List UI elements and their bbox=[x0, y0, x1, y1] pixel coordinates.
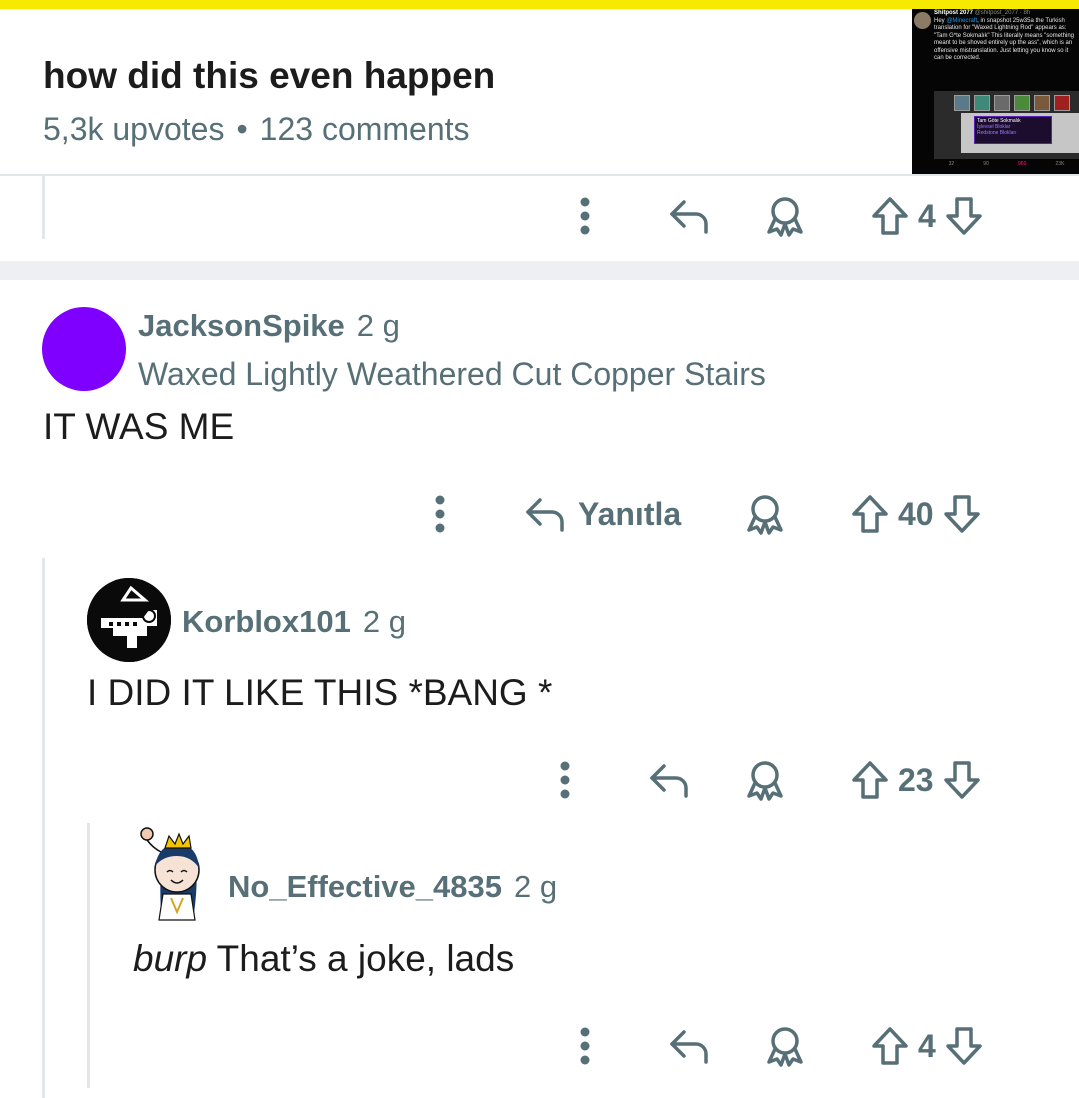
meta-separator: • bbox=[236, 111, 248, 147]
snoo-avatar-icon bbox=[140, 827, 200, 921]
vote-count: 4 bbox=[918, 1027, 936, 1064]
downvote-arrow-icon[interactable] bbox=[944, 196, 984, 236]
vote-controls: 4 bbox=[870, 186, 984, 246]
comment-text: That’s a joke, lads bbox=[207, 938, 515, 979]
username[interactable]: No_Effective_4835 bbox=[228, 869, 502, 904]
vote-count: 4 bbox=[918, 197, 936, 234]
vote-count: 40 bbox=[898, 495, 934, 532]
header-divider bbox=[0, 174, 1079, 176]
inventory-slot bbox=[994, 95, 1010, 111]
tweet-mention: @Minecraft bbox=[946, 17, 978, 24]
more-options-button[interactable] bbox=[550, 750, 580, 810]
item-tooltip: Tam Göte Sokmalık İşlevsel Bloklar Redst… bbox=[974, 116, 1052, 144]
tweet-stats: 32 90 960 23K bbox=[934, 161, 1079, 167]
more-vertical-icon bbox=[580, 197, 590, 235]
comment-age: 2 g bbox=[362, 604, 406, 639]
tweet-text: Shitpost 2077 @shitpost_2077 · 8h Hey @M… bbox=[934, 10, 1076, 63]
reply-button[interactable] bbox=[668, 186, 712, 246]
award-button[interactable] bbox=[744, 750, 786, 810]
more-vertical-icon bbox=[580, 1027, 590, 1065]
comment-author[interactable]: No_Effective_4835 2 g bbox=[228, 869, 557, 905]
avatar[interactable] bbox=[87, 578, 171, 662]
comment-emphasis: burp bbox=[133, 938, 208, 979]
vote-controls: 23 bbox=[850, 750, 982, 810]
award-button[interactable] bbox=[744, 484, 786, 544]
comment-body: burp That’s a joke, lads bbox=[133, 938, 514, 980]
tweet-body: , in snapshot 25w35a the Turkish transla… bbox=[934, 17, 1074, 62]
vote-controls: 4 bbox=[870, 1016, 984, 1076]
tweet-stat: 23K bbox=[1055, 161, 1065, 167]
post-title[interactable]: how did this even happen bbox=[43, 55, 495, 97]
reply-arrow-icon bbox=[526, 498, 564, 532]
more-options-button[interactable] bbox=[570, 186, 600, 246]
more-options-button[interactable] bbox=[570, 1016, 600, 1076]
tweet-avatar bbox=[914, 12, 931, 29]
award-icon bbox=[767, 1027, 803, 1067]
user-flair: Waxed Lightly Weathered Cut Copper Stair… bbox=[138, 356, 766, 392]
tweet-handle: @shitpost_2077 · 8h bbox=[974, 10, 1031, 16]
tweet-stat: 90 bbox=[983, 161, 989, 167]
reply-label: Yanıtla bbox=[578, 495, 682, 532]
avatar[interactable] bbox=[133, 822, 217, 922]
post-meta: 5,3k upvotes • 123 comments bbox=[43, 111, 470, 148]
post-thumbnail[interactable]: Shitpost 2077 @shitpost_2077 · 8h Hey @M… bbox=[912, 9, 1079, 174]
upvote-count: 5,3k upvotes bbox=[43, 111, 225, 147]
reply-button[interactable]: Yanıtla bbox=[524, 484, 681, 544]
vote-count: 23 bbox=[898, 761, 934, 798]
inventory-slot bbox=[1054, 95, 1070, 111]
inventory-slot bbox=[1034, 95, 1050, 111]
tweet-author: Shitpost 2077 bbox=[934, 10, 974, 16]
upvote-arrow-icon[interactable] bbox=[850, 494, 890, 534]
award-icon bbox=[747, 761, 783, 801]
username[interactable]: Korblox101 bbox=[182, 604, 351, 639]
award-button[interactable] bbox=[764, 1016, 806, 1076]
comment-separator bbox=[0, 261, 1079, 280]
comment-actions: Yanıtla 40 bbox=[0, 484, 1079, 544]
tweet-stat: 960 bbox=[1018, 161, 1027, 167]
minecraft-inventory: Tam Göte Sokmalık İşlevsel Bloklar Redst… bbox=[934, 91, 1079, 159]
top-accent-bar bbox=[0, 0, 1079, 9]
comment-author[interactable]: Korblox101 2 g bbox=[182, 604, 406, 640]
award-icon bbox=[747, 495, 783, 535]
comment-author[interactable]: JacksonSpike 2 g bbox=[138, 308, 400, 344]
comment-age: 2 g bbox=[514, 869, 558, 904]
inventory-slot bbox=[974, 95, 990, 111]
upvote-arrow-icon[interactable] bbox=[870, 196, 910, 236]
upvote-arrow-icon[interactable] bbox=[870, 1026, 910, 1066]
tooltip-line: Redstone Blokları bbox=[977, 130, 1017, 136]
comment-actions: 23 bbox=[0, 750, 1079, 810]
comment-age: 2 g bbox=[356, 308, 400, 343]
tweet-prefix: Hey bbox=[934, 17, 945, 24]
downvote-arrow-icon[interactable] bbox=[942, 760, 982, 800]
comment-count: 123 comments bbox=[259, 111, 470, 147]
comment-actions: 4 bbox=[0, 1016, 1079, 1076]
username[interactable]: JacksonSpike bbox=[138, 308, 345, 343]
comment-body: I DID IT LIKE THIS *BANG * bbox=[87, 672, 553, 713]
reply-button[interactable] bbox=[668, 1016, 712, 1076]
comment-body: IT WAS ME bbox=[43, 406, 235, 447]
reply-arrow-icon bbox=[650, 764, 688, 798]
avatar[interactable] bbox=[42, 307, 126, 391]
award-icon bbox=[767, 197, 803, 237]
reply-arrow-icon bbox=[670, 1030, 708, 1064]
award-button[interactable] bbox=[764, 186, 806, 246]
more-options-button[interactable] bbox=[425, 484, 455, 544]
inventory-slot bbox=[954, 95, 970, 111]
downvote-arrow-icon[interactable] bbox=[944, 1026, 984, 1066]
inventory-slot bbox=[1014, 95, 1030, 111]
pixel-dino-avatar-icon bbox=[87, 578, 171, 662]
more-vertical-icon bbox=[560, 761, 570, 799]
downvote-arrow-icon[interactable] bbox=[942, 494, 982, 534]
vote-controls: 40 bbox=[850, 484, 982, 544]
upvote-arrow-icon[interactable] bbox=[850, 760, 890, 800]
more-vertical-icon bbox=[435, 495, 445, 533]
reply-arrow-icon bbox=[670, 200, 708, 234]
tweet-stat: 32 bbox=[948, 161, 955, 167]
comment-actions: 4 bbox=[0, 186, 1079, 246]
reply-button[interactable] bbox=[648, 750, 692, 810]
